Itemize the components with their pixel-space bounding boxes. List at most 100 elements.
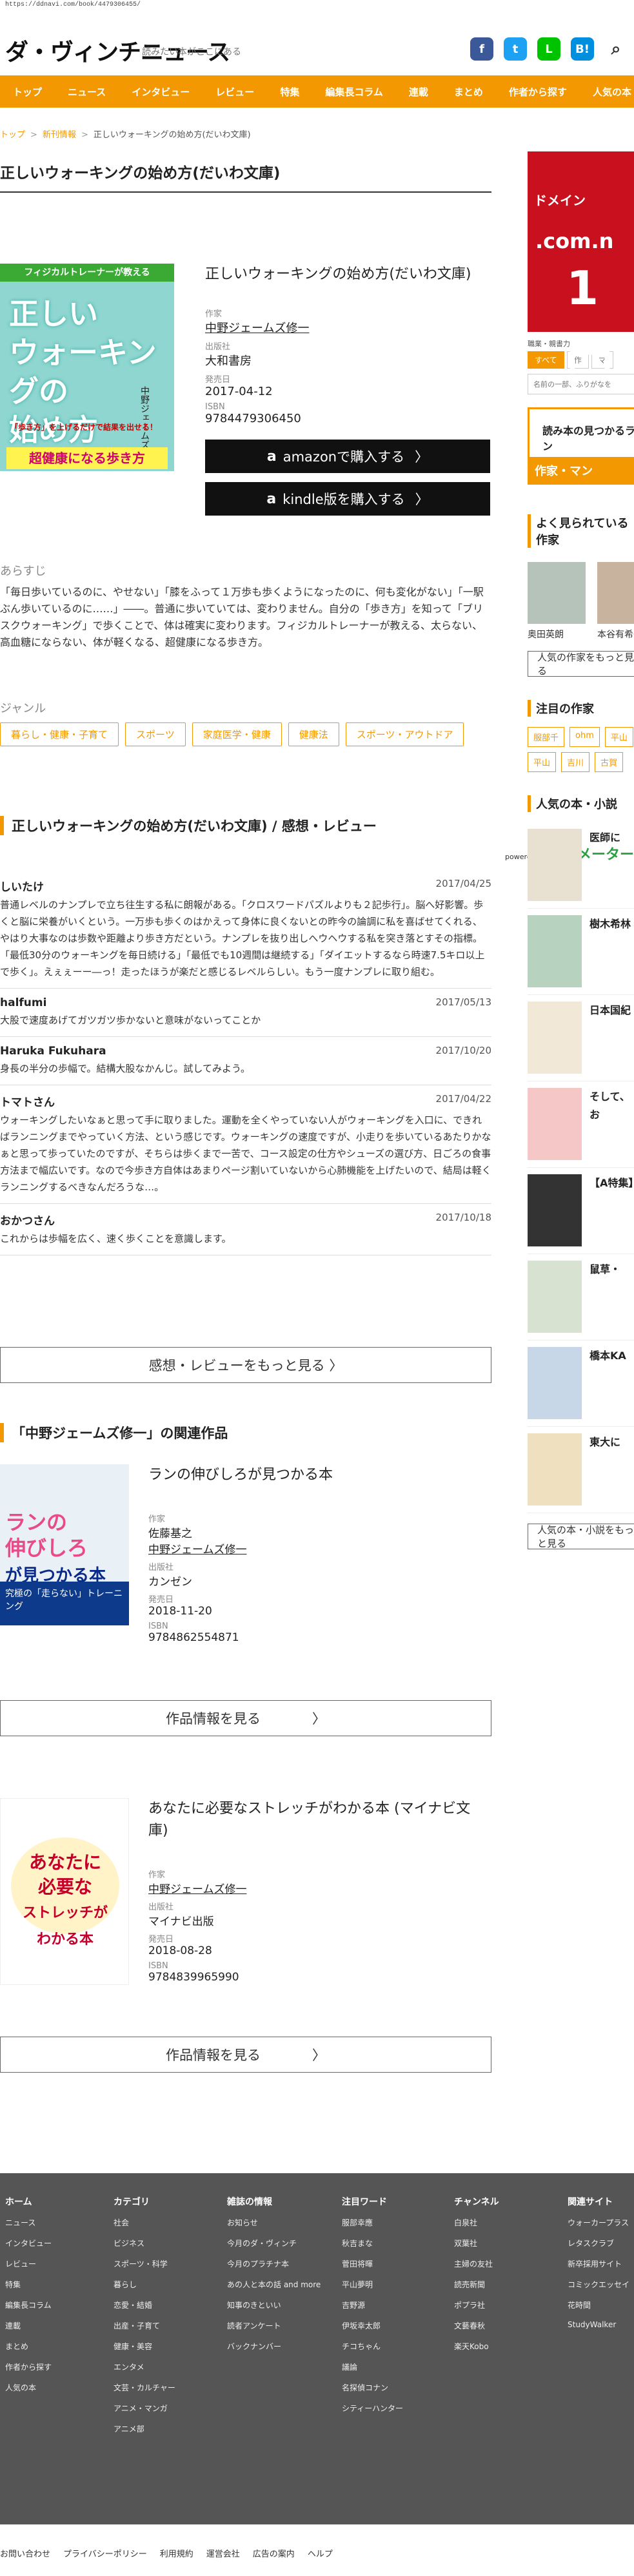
footer-link[interactable]: アニメ・マンガ bbox=[114, 2403, 175, 2414]
footer-link[interactable]: 楽天Kobo bbox=[454, 2341, 499, 2352]
facebook-icon[interactable]: f bbox=[470, 37, 493, 61]
footer-link[interactable]: 連載 bbox=[5, 2320, 52, 2331]
footer-link[interactable]: 新卒採用サイト bbox=[568, 2258, 629, 2269]
view-work-button[interactable]: 作品情報を見る〉 bbox=[0, 1700, 491, 1736]
genre-tag[interactable]: 健康法 bbox=[288, 722, 339, 746]
footer-link[interactable]: 文藝春秋 bbox=[454, 2320, 499, 2331]
footer-link[interactable]: 今月のダ・ヴィンチ bbox=[227, 2238, 321, 2249]
reviewer-name[interactable]: しいたけ bbox=[0, 878, 44, 894]
focus-author-tag[interactable]: 平山 bbox=[528, 752, 557, 772]
nav-item-7[interactable]: まとめ bbox=[441, 85, 496, 99]
focus-author-tag[interactable]: 平山 bbox=[604, 727, 633, 747]
footer-link[interactable]: 白泉社 bbox=[454, 2217, 499, 2228]
footer-link[interactable]: ポプラ社 bbox=[454, 2300, 499, 2310]
sidebar-ad[interactable]: ドメイン .com.n 1円 bbox=[528, 151, 634, 380]
footer-link[interactable]: 名探偵コナン bbox=[342, 2382, 403, 2393]
nav-item-8[interactable]: 作者から探す bbox=[496, 85, 580, 99]
focus-author-tag[interactable]: ohm bbox=[570, 727, 600, 747]
related-title[interactable]: あなたに必要なストレッチがわかる本 (マイナビ文庫) bbox=[148, 1798, 484, 1842]
footer-link[interactable]: 人気の本 bbox=[5, 2382, 52, 2393]
popular-book-item[interactable]: そして、お bbox=[528, 1081, 634, 1168]
popular-book-item[interactable]: 橋本KA bbox=[528, 1341, 634, 1427]
footer-link[interactable]: シティーハンター bbox=[342, 2403, 403, 2414]
nav-item-0[interactable]: トップ bbox=[0, 85, 55, 99]
footer-col-heading[interactable]: 関連サイト bbox=[568, 2195, 629, 2208]
footer-link[interactable]: 花時間 bbox=[568, 2300, 629, 2310]
related-cover[interactable]: ランの 伸びしろ が見つかる本 究極の「走らない」トレーニング bbox=[0, 1464, 129, 1625]
nav-item-5[interactable]: 編集長コラム bbox=[312, 85, 396, 99]
author-card[interactable]: 本谷有希子 bbox=[597, 562, 634, 641]
footer-link[interactable]: 菅田将暉 bbox=[342, 2258, 403, 2269]
search-tab[interactable]: すべて bbox=[528, 351, 564, 369]
popular-book-item[interactable]: 東大に bbox=[528, 1427, 634, 1513]
footer-link[interactable]: 社会 bbox=[114, 2217, 175, 2228]
bottom-link[interactable]: ヘルプ bbox=[308, 2547, 333, 2559]
footer-link[interactable]: 知事のきといい bbox=[227, 2300, 321, 2310]
breadcrumb-home[interactable]: トップ bbox=[0, 130, 25, 140]
footer-link[interactable]: 恋愛・結婚 bbox=[114, 2300, 175, 2310]
footer-link[interactable]: 秋吉まな bbox=[342, 2238, 403, 2249]
footer-link[interactable]: コミックエッセイ bbox=[568, 2279, 629, 2290]
related-author-link[interactable]: 中野ジェームズ修一 bbox=[148, 1880, 484, 1896]
footer-link[interactable]: チコちゃん bbox=[342, 2341, 403, 2352]
reviewer-name[interactable]: おかつさん bbox=[0, 1212, 55, 1228]
bottom-link[interactable]: 広告の案内 bbox=[253, 2547, 295, 2559]
footer-link[interactable]: 双葉社 bbox=[454, 2238, 499, 2249]
bottom-link[interactable]: お問い合わせ bbox=[0, 2547, 50, 2559]
line-icon[interactable]: L bbox=[537, 37, 560, 61]
popular-book-item[interactable]: 日本国紀 bbox=[528, 995, 634, 1081]
footer-link[interactable]: インタビュー bbox=[5, 2238, 52, 2249]
reviewer-name[interactable]: halfumi bbox=[0, 996, 46, 1009]
amazon-buy-button[interactable]: a amazonで購入する〉 bbox=[205, 440, 490, 473]
nav-item-1[interactable]: ニュース bbox=[55, 85, 119, 99]
twitter-icon[interactable]: t bbox=[504, 37, 527, 61]
bottom-link[interactable]: 運営会社 bbox=[206, 2547, 240, 2559]
footer-link[interactable]: 服部幸應 bbox=[342, 2217, 403, 2228]
bottom-link[interactable]: プライバシーポリシー bbox=[63, 2547, 147, 2559]
focus-author-tag[interactable]: 古賀 bbox=[595, 752, 624, 772]
popular-book-item[interactable]: 鼠草・ bbox=[528, 1254, 634, 1341]
footer-link[interactable]: エンタメ bbox=[114, 2361, 175, 2372]
footer-link[interactable]: 読売新聞 bbox=[454, 2279, 499, 2290]
nav-item-2[interactable]: インタビュー bbox=[119, 85, 203, 99]
bottom-link[interactable]: 利用規約 bbox=[160, 2547, 193, 2559]
genre-tag[interactable]: スポーツ・アウトドア bbox=[345, 722, 464, 746]
footer-link[interactable]: ウォーカープラス bbox=[568, 2217, 629, 2228]
footer-link[interactable]: 伊坂幸太郎 bbox=[342, 2320, 403, 2331]
related-cover[interactable]: あなたに 必要な ストレッチが わかる本 bbox=[0, 1798, 129, 1985]
more-authors-button[interactable]: 人気の作家をもっと見る bbox=[528, 651, 634, 677]
kindle-buy-button[interactable]: a kindle版を購入する〉 bbox=[205, 482, 490, 516]
footer-link[interactable]: あの人と本の話 and more bbox=[227, 2279, 321, 2290]
footer-col-heading[interactable]: 雑誌の情報 bbox=[227, 2195, 321, 2208]
view-work-button[interactable]: 作品情報を見る〉 bbox=[0, 2037, 491, 2073]
footer-link[interactable]: 編集長コラム bbox=[5, 2300, 52, 2310]
focus-author-tag[interactable]: 吉川 bbox=[561, 752, 590, 772]
genre-tag[interactable]: 暮らし・健康・子育て bbox=[0, 722, 119, 746]
footer-link[interactable]: 作者から探す bbox=[5, 2361, 52, 2372]
nav-item-6[interactable]: 連載 bbox=[396, 85, 441, 99]
footer-link[interactable]: 主婦の友社 bbox=[454, 2258, 499, 2269]
footer-link[interactable]: 平山夢明 bbox=[342, 2279, 403, 2290]
footer-link[interactable]: 議論 bbox=[342, 2361, 403, 2372]
focus-author-tag[interactable]: 服部千 bbox=[528, 727, 565, 747]
footer-col-heading[interactable]: ホーム bbox=[5, 2195, 52, 2208]
footer-link[interactable]: まとめ bbox=[5, 2341, 52, 2352]
breadcrumb-section[interactable]: 新刊情報 bbox=[43, 130, 76, 140]
hatena-icon[interactable]: B! bbox=[571, 37, 594, 61]
footer-link[interactable]: 吉野源 bbox=[342, 2300, 403, 2310]
more-reviews-button[interactable]: 感想・レビューをもっと見る 〉 bbox=[0, 1347, 491, 1383]
footer-col-heading[interactable]: チャンネル bbox=[454, 2195, 499, 2208]
footer-link[interactable]: お知らせ bbox=[227, 2217, 321, 2228]
nav-item-9[interactable]: 人気の本 bbox=[580, 85, 634, 99]
footer-link[interactable]: レビュー bbox=[5, 2258, 52, 2269]
footer-col-heading[interactable]: 注目ワード bbox=[342, 2195, 403, 2208]
search-icon[interactable]: ⌕ bbox=[604, 37, 628, 61]
footer-link[interactable]: StudyWalker bbox=[568, 2320, 629, 2329]
nav-item-4[interactable]: 特集 bbox=[267, 85, 312, 99]
ranking-banner[interactable]: 読み本の見つかるラン 作家・マン bbox=[528, 407, 634, 485]
related-title[interactable]: ランの伸びしろが見つかる本 bbox=[148, 1464, 484, 1486]
footer-link[interactable]: ビジネス bbox=[114, 2238, 175, 2249]
genre-tag[interactable]: 家庭医学・健康 bbox=[192, 722, 282, 746]
footer-link[interactable]: 今月のプラチナ本 bbox=[227, 2258, 321, 2269]
footer-link[interactable]: 暮らし bbox=[114, 2279, 175, 2290]
